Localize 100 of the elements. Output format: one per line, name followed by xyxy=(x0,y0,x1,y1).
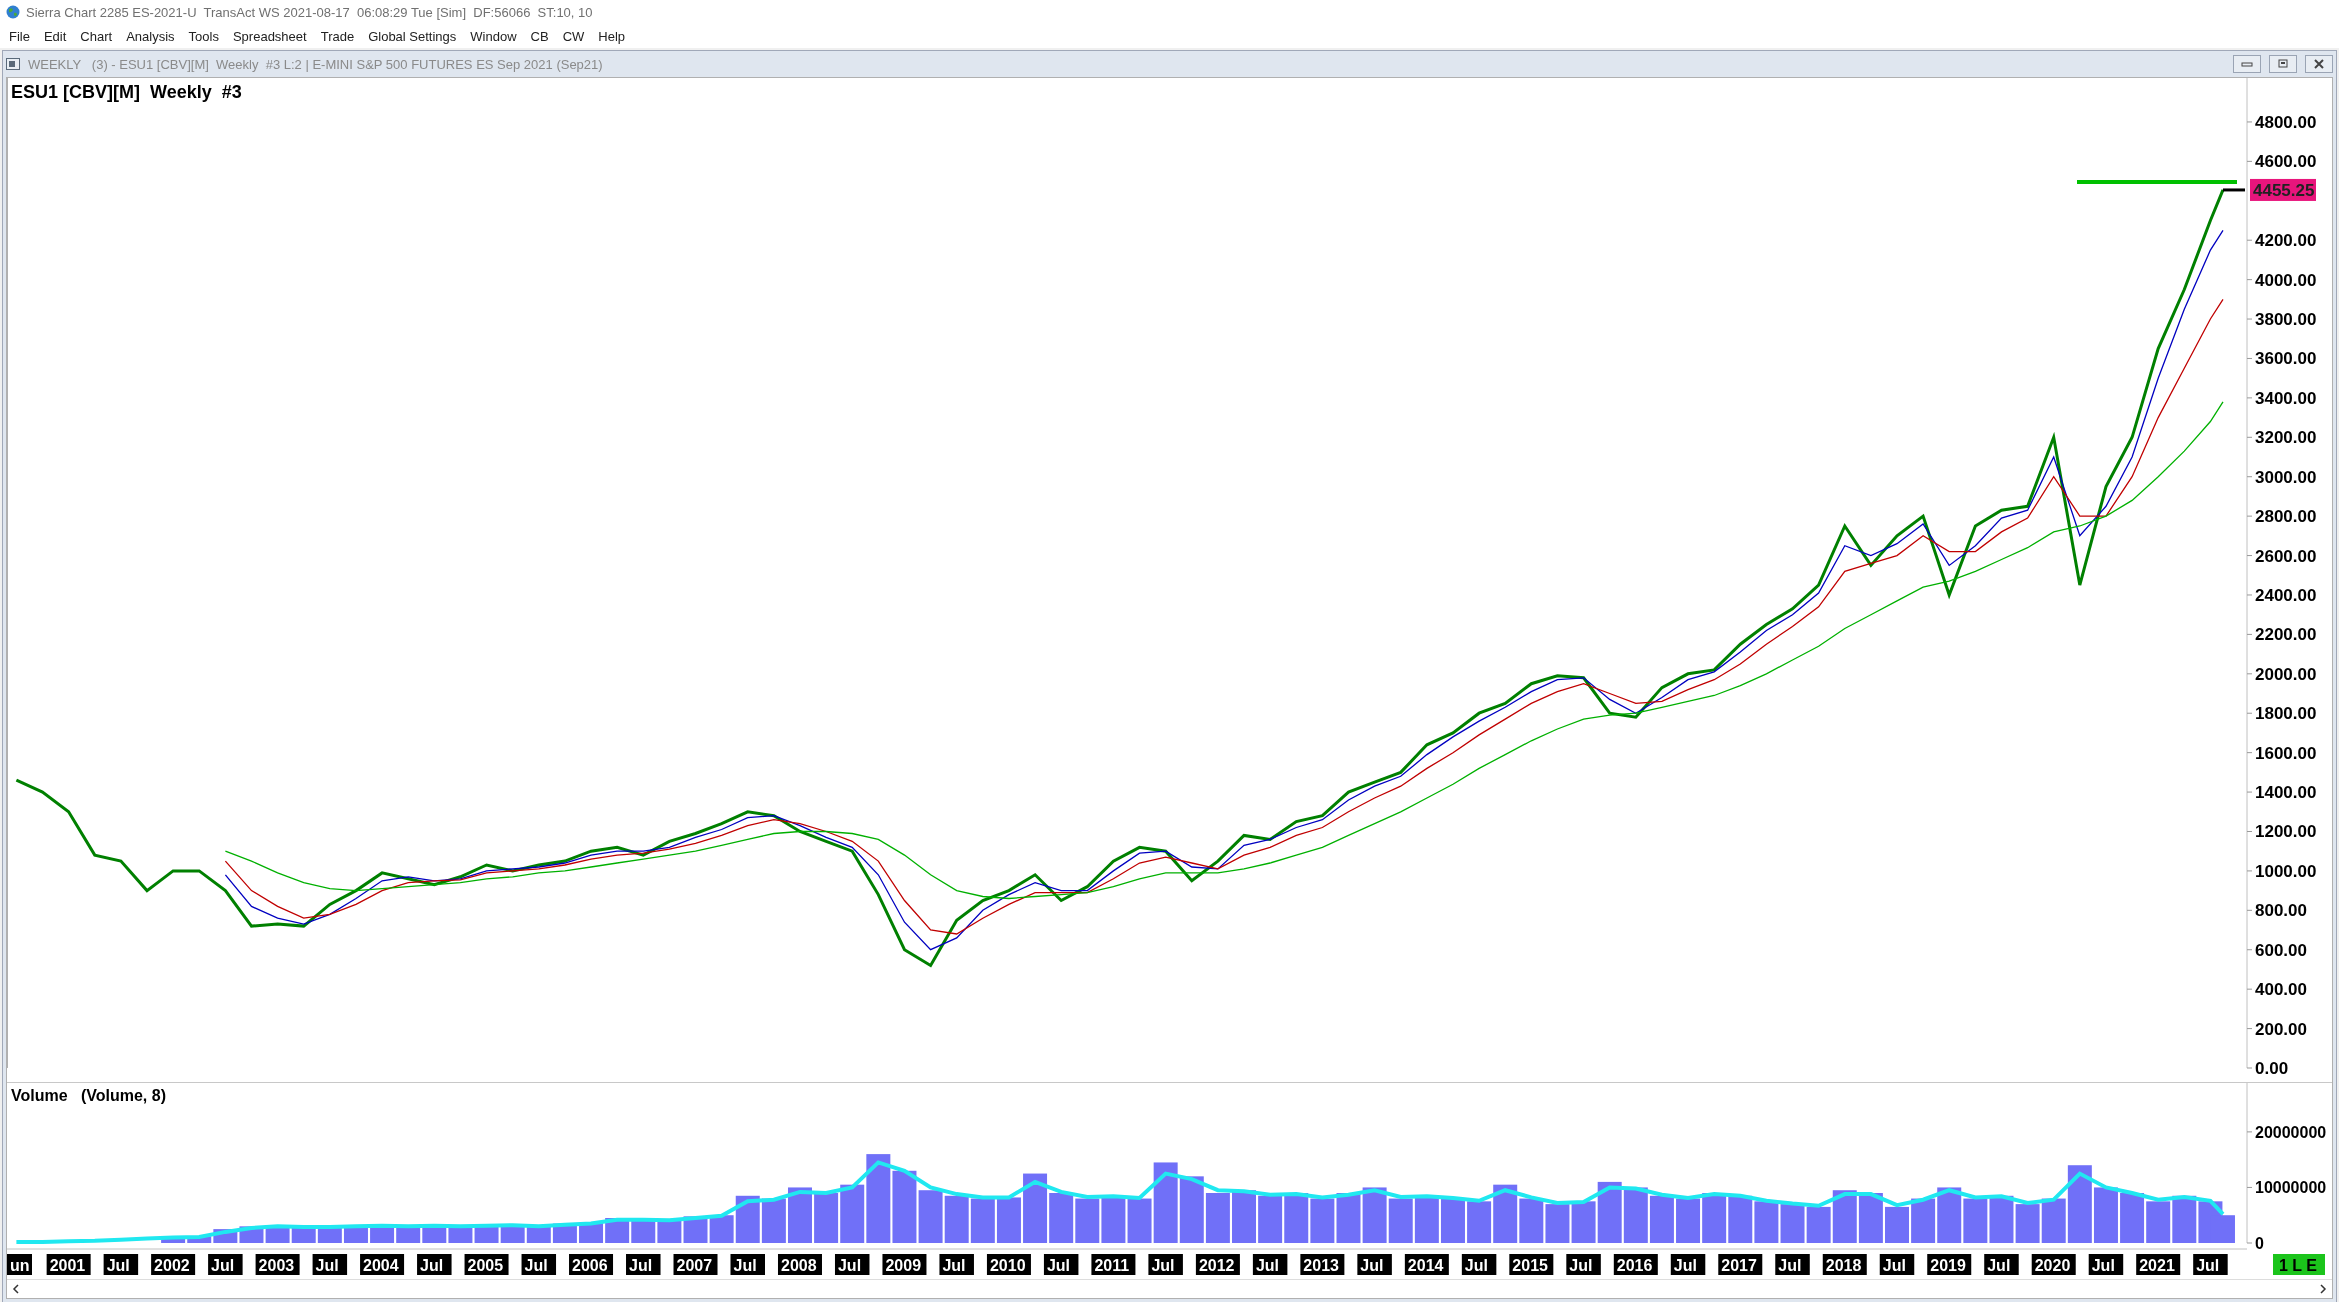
minimize-icon xyxy=(2241,60,2253,68)
x-tick-label: 2001 xyxy=(49,1257,86,1274)
price-axis-label: 2600.00 xyxy=(2246,546,2317,566)
x-tick-label: Jul xyxy=(1151,1257,1175,1274)
volume-bar xyxy=(1702,1193,1727,1243)
volume-bar xyxy=(1205,1193,1230,1243)
time-axis-label: 2018 xyxy=(1822,1254,1867,1275)
volume-bar xyxy=(2172,1195,2197,1243)
time-axis-label: 2016 xyxy=(1613,1254,1658,1275)
x-tick-label: 2014 xyxy=(1407,1257,1444,1274)
volume-bar xyxy=(2015,1204,2040,1243)
x-tick-label: Jul xyxy=(1360,1257,1384,1274)
x-tick-label: 2017 xyxy=(1721,1257,1757,1274)
volume-bar xyxy=(1519,1198,1544,1243)
price-axis-label: 4800.00 xyxy=(2246,112,2317,132)
x-tick-label: 2020 xyxy=(2034,1257,2071,1274)
x-tick-label: 2006 xyxy=(572,1257,608,1274)
time-axis-label: 2012 xyxy=(1195,1254,1240,1275)
menu-item[interactable]: Tools xyxy=(181,28,226,44)
volume-bar xyxy=(1937,1187,1962,1243)
price-axis-label: 2400.00 xyxy=(2246,586,2317,605)
x-tick-label: Jul xyxy=(837,1257,862,1274)
price-axis-label: 0.00 xyxy=(2246,1059,2289,1078)
volume-bar xyxy=(2146,1201,2171,1243)
x-tick-label: 2015 xyxy=(1512,1257,1549,1274)
last-price-line xyxy=(2222,188,2245,192)
volume-bar xyxy=(1623,1187,1648,1243)
time-axis-label: Jul xyxy=(417,1254,452,1275)
price-axis-label: 3800.00 xyxy=(2246,310,2317,330)
price-axis-label: 600.00 xyxy=(2246,940,2307,960)
x-tick-label: Jul xyxy=(211,1257,235,1274)
x-tick-label: 2016 xyxy=(1616,1257,1653,1274)
time-axis-label: Jul xyxy=(521,1254,557,1275)
time-axis-label: 2009 xyxy=(882,1254,927,1275)
last-price-label: 4455.25 xyxy=(2250,178,2316,201)
volume-axis-label: 20000000 xyxy=(2246,1123,2327,1141)
volume-header: Volume (Volume, 8) xyxy=(11,1087,166,1105)
volume-bar xyxy=(1414,1195,1439,1243)
volume-bar xyxy=(1754,1201,1779,1243)
price-axis-label: 1200.00 xyxy=(2246,822,2317,842)
x-tick-label: 2011 xyxy=(1094,1257,1130,1274)
time-axis-label: 2001 xyxy=(46,1254,91,1275)
menu-item[interactable]: Spreadsheet xyxy=(225,28,314,44)
y-tick-label: 2400.00 xyxy=(2255,585,2317,605)
time-axis-label: Jul xyxy=(626,1254,661,1275)
menu-item[interactable]: CW xyxy=(555,28,592,44)
time-axis-label: Jul xyxy=(1566,1254,1601,1275)
x-tick-label: Jul xyxy=(629,1257,653,1274)
price-axis-label: 3600.00 xyxy=(2246,349,2317,369)
menu-item[interactable]: Global Settings xyxy=(361,28,464,44)
time-axis-label: Jul xyxy=(2193,1254,2228,1275)
volume-bar xyxy=(1676,1198,1701,1243)
volume-bar xyxy=(657,1220,682,1243)
x-tick-label: 2013 xyxy=(1303,1257,1340,1274)
volume-bar xyxy=(1179,1176,1204,1243)
price-axis-label: 1600.00 xyxy=(2246,743,2317,763)
chart-window-icon xyxy=(6,58,20,70)
time-axis-label: Jul xyxy=(1879,1254,1915,1275)
restore-button[interactable] xyxy=(2269,55,2297,73)
volume-bar xyxy=(1388,1198,1413,1243)
x-tick-label: Jul xyxy=(315,1257,339,1274)
menu-item[interactable]: Trade xyxy=(313,28,362,44)
time-axis-label: 2003 xyxy=(255,1254,300,1275)
x-tick-label: 2003 xyxy=(258,1257,295,1274)
time-axis-label: Jul xyxy=(1670,1254,1706,1275)
volume-bar xyxy=(1989,1195,2014,1243)
x-tick-label: 2004 xyxy=(363,1257,399,1274)
menu-item[interactable]: Analysis xyxy=(119,28,182,44)
x-tick-label: Jul xyxy=(1464,1257,1488,1274)
menu-item[interactable]: CB xyxy=(523,28,556,44)
time-axis-label: Jul xyxy=(1148,1254,1183,1275)
menu-item[interactable]: Window xyxy=(463,28,524,44)
time-axis-label: Jul xyxy=(939,1254,974,1275)
close-button[interactable] xyxy=(2305,55,2333,73)
time-axis-label: 2002 xyxy=(151,1254,196,1275)
menu-item[interactable]: Help xyxy=(591,28,633,44)
volume-bar xyxy=(761,1198,786,1243)
time-axis-label: 2013 xyxy=(1300,1254,1345,1275)
price-axis-label: 4200.00 xyxy=(2246,231,2317,251)
x-tick-label: 2010 xyxy=(989,1257,1026,1274)
price-axis-label: 4000.00 xyxy=(2246,270,2317,290)
menu-item[interactable]: Edit xyxy=(36,28,74,44)
volume-bar xyxy=(1258,1195,1283,1243)
x-tick-label: Jul xyxy=(733,1257,757,1274)
x-tick-label: 2002 xyxy=(154,1257,190,1274)
time-axis-label: 2004 xyxy=(360,1254,405,1275)
time-axis-label: 2019 xyxy=(1927,1254,1972,1275)
chart-header: ESU1 [CBV][M] Weekly #3 xyxy=(11,82,242,103)
time-axis-label: Jul xyxy=(2088,1254,2124,1275)
x-tick-label: 2009 xyxy=(885,1257,922,1274)
price-axis-label: 1000.00 xyxy=(2246,861,2317,881)
menu-item[interactable]: File xyxy=(2,28,37,44)
menu-item[interactable]: Chart xyxy=(73,28,120,44)
volume-bar xyxy=(1467,1201,1492,1243)
time-axis-label: Jul xyxy=(1984,1254,2019,1275)
volume-bar xyxy=(1728,1195,1753,1243)
volume-bar xyxy=(1023,1173,1048,1243)
price-axis-label: 2200.00 xyxy=(2246,625,2317,645)
price-axis-label: 4600.00 xyxy=(2246,152,2317,172)
app-title: Sierra Chart 2285 ES-2021-U TransAct WS 2021-08-17 06:08:29 Tue [Sim] DF:56066 ST:10, 10 xyxy=(26,4,593,20)
